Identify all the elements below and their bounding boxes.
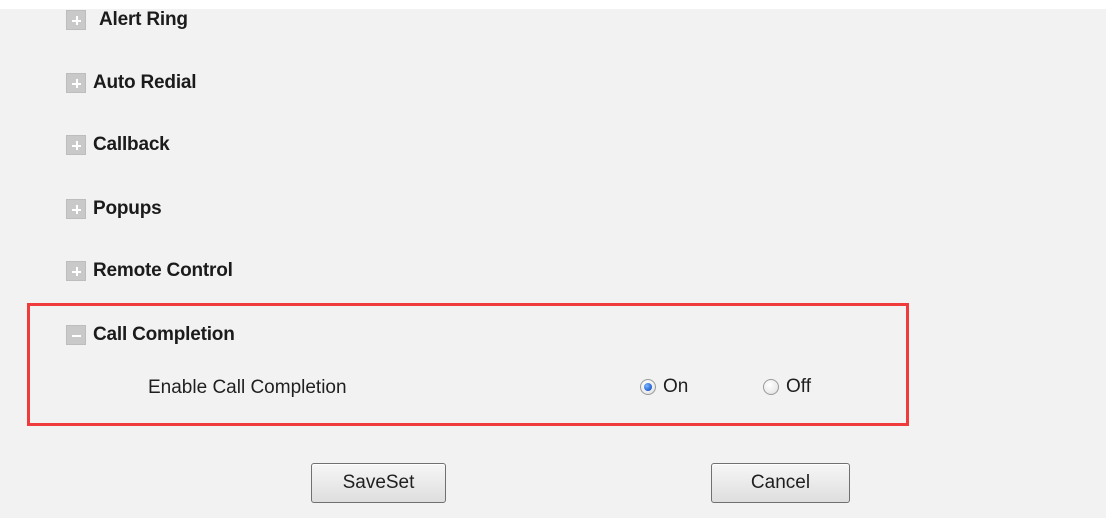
section-title: Remote Control: [93, 260, 233, 281]
radio-off-label: Off: [786, 376, 811, 397]
section-callback[interactable]: Callback: [66, 132, 170, 158]
enable-call-completion-label: Enable Call Completion: [148, 377, 347, 398]
section-popups[interactable]: Popups: [66, 196, 162, 222]
expand-plus-icon[interactable]: [66, 73, 86, 93]
expand-plus-icon[interactable]: [66, 10, 86, 30]
section-title: Callback: [93, 134, 170, 155]
right-strip: [1106, 0, 1116, 518]
section-call-completion[interactable]: Call Completion: [66, 322, 235, 348]
expand-plus-icon[interactable]: [66, 135, 86, 155]
expand-plus-icon[interactable]: [66, 199, 86, 219]
radio-on[interactable]: On: [640, 375, 688, 399]
section-title: Popups: [93, 198, 162, 219]
radio-off[interactable]: Off: [763, 375, 811, 399]
save-button[interactable]: SaveSet: [311, 463, 446, 503]
radio-selected-icon[interactable]: [640, 379, 656, 395]
expand-plus-icon[interactable]: [66, 261, 86, 281]
section-title: Alert Ring: [99, 9, 188, 30]
section-remote-control[interactable]: Remote Control: [66, 258, 233, 284]
radio-on-label: On: [663, 376, 689, 397]
section-title: Call Completion: [93, 324, 235, 345]
radio-unselected-icon[interactable]: [763, 379, 779, 395]
settings-panel: Alert Ring Auto Redial Callback Popups R…: [0, 0, 1116, 518]
section-auto-redial[interactable]: Auto Redial: [66, 70, 197, 96]
section-title: Auto Redial: [93, 72, 197, 93]
cancel-button[interactable]: Cancel: [711, 463, 850, 503]
collapse-minus-icon[interactable]: [66, 325, 86, 345]
section-alert-ring[interactable]: Alert Ring: [66, 7, 188, 33]
